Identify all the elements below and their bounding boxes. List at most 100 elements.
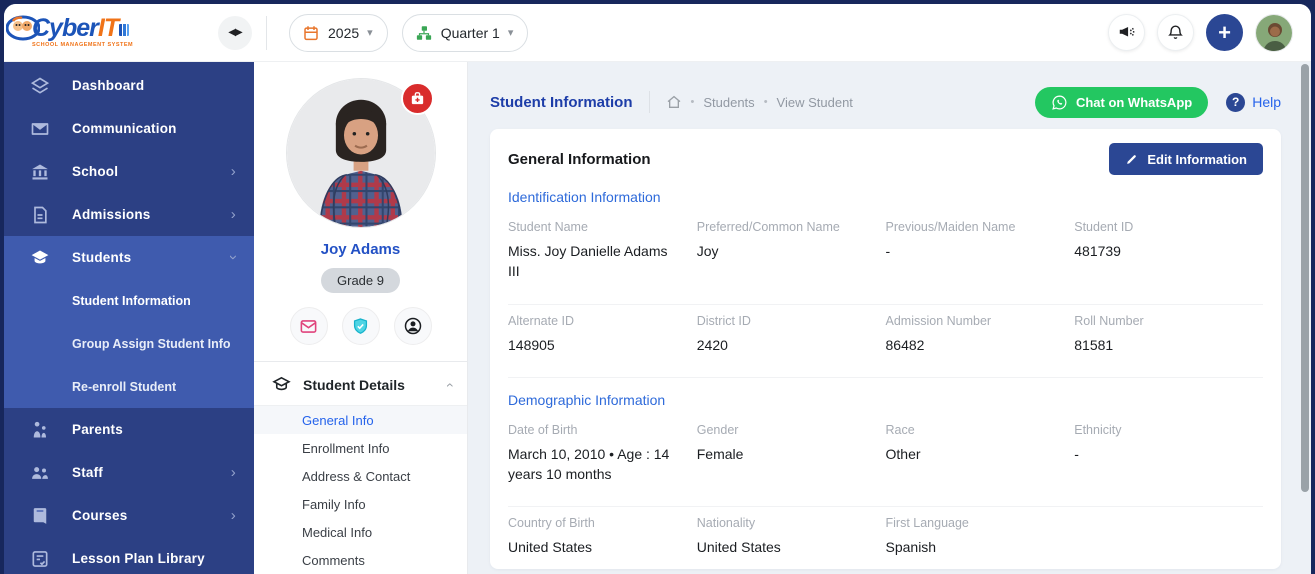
quarter-selector[interactable]: Quarter 1 ▾ — [401, 13, 529, 52]
chevron-right-icon: › — [230, 464, 236, 481]
field-student-id: Student ID 481739 — [1074, 220, 1263, 282]
menu-item-comments[interactable]: Comments — [254, 546, 467, 574]
user-avatar-image — [1256, 14, 1292, 51]
field-value: Spanish — [885, 539, 937, 556]
field-value: 81581 — [1074, 336, 1114, 353]
topbar: CyberIT SCHOOL MANAGEMENT SYSTEM ◀▶ 2025… — [4, 4, 1311, 62]
field-label: Student Name — [508, 220, 588, 234]
card-title: General Information — [508, 150, 651, 168]
sidebar-collapse-button[interactable]: ◀▶ — [218, 15, 252, 50]
sidebar-item-school[interactable]: School › — [4, 150, 254, 193]
menu-item-family-info[interactable]: Family Info — [254, 490, 467, 518]
menu-item-general-info[interactable]: General Info — [254, 406, 467, 434]
scrollbar-thumb[interactable] — [1301, 64, 1309, 492]
grade-badge: Grade 9 — [321, 268, 400, 293]
sidebar-subitem-group-assign[interactable]: Group Assign Student Info — [4, 322, 254, 365]
sidebar-item-students[interactable]: Students › — [4, 236, 254, 279]
sidebar-item-dashboard[interactable]: Dashboard — [4, 64, 254, 107]
announcements-button[interactable] — [1108, 14, 1145, 51]
parent-child-icon — [30, 420, 50, 440]
menu-item-medical-info[interactable]: Medical Info — [254, 518, 467, 546]
logo-text: CyberIT — [32, 14, 130, 42]
sidebar-item-label: School — [72, 164, 119, 179]
chevron-down-icon: › — [224, 254, 242, 261]
field-row: Student Name Miss. Joy Danielle Adams II… — [508, 211, 1263, 304]
field-preferred-name: Preferred/Common Name Joy — [697, 220, 886, 282]
field-nationality: Nationality United States — [697, 516, 886, 557]
edit-information-button[interactable]: Edit Information — [1109, 143, 1263, 175]
student-details-title: Student Details — [303, 376, 405, 393]
add-button[interactable]: + — [1206, 14, 1243, 51]
graduation-cap-icon — [272, 375, 291, 394]
field-country-of-birth: Country of Birth United States — [508, 516, 697, 557]
field-gender: Gender Female — [697, 423, 886, 485]
field-admission-number: Admission Number 86482 — [886, 314, 1075, 355]
sidebar-item-admissions[interactable]: Admissions › — [4, 193, 254, 236]
medical-bag-icon — [411, 92, 423, 105]
document-icon — [30, 205, 50, 225]
calendar-icon — [304, 25, 318, 40]
bell-icon — [1168, 25, 1183, 39]
scrollbar-track[interactable] — [1300, 64, 1310, 574]
field-label: Nationality — [696, 516, 756, 531]
sidebar-item-lesson-plan-library[interactable]: Lesson Plan Library — [4, 537, 254, 574]
student-details-header[interactable]: Student Details › — [254, 361, 467, 406]
help-button[interactable]: ? Help — [1226, 92, 1281, 112]
breadcrumb: • Students • View Student — [666, 94, 853, 110]
sidebar-item-courses[interactable]: Courses › — [4, 494, 254, 537]
field-row: Alternate ID 148905 District ID 2420 Adm… — [508, 303, 1263, 377]
logo-faces-icon — [6, 15, 40, 41]
menu-item-enrollment-info[interactable]: Enrollment Info — [254, 434, 467, 462]
field-label: Admission Number — [885, 313, 992, 328]
field-value: 86482 — [885, 336, 925, 353]
topbar-divider — [266, 15, 267, 50]
field-row: Date of Birth March 10, 2010 • Age : 14 … — [508, 414, 1263, 507]
section-title: Identification Information — [508, 189, 661, 205]
student-name: Joy Adams — [320, 241, 401, 258]
people-icon — [30, 463, 50, 483]
app-logo[interactable]: CyberIT SCHOOL MANAGEMENT SYSTEM — [4, 16, 194, 49]
field-label: Date of Birth — [508, 422, 578, 437]
menu-item-label: Enrollment Info — [302, 440, 390, 456]
chevron-down-icon: ▾ — [367, 27, 373, 39]
menu-item-label: Comments — [302, 552, 365, 568]
verification-button[interactable] — [341, 307, 380, 345]
pencil-icon — [1127, 154, 1137, 164]
dashboard-icon — [30, 76, 50, 96]
home-icon[interactable] — [666, 94, 682, 110]
breadcrumb-view-student[interactable]: View Student — [777, 95, 853, 110]
user-avatar[interactable] — [1255, 13, 1293, 52]
email-student-button[interactable] — [289, 307, 328, 345]
menu-item-address-contact[interactable]: Address & Contact — [254, 462, 467, 490]
field-value: 2420 — [696, 336, 728, 353]
field-label: Preferred/Common Name — [696, 220, 840, 234]
account-button[interactable] — [393, 307, 432, 345]
year-selector[interactable]: 2025 ▾ — [289, 13, 388, 52]
sidebar-item-label: Lesson Plan Library — [72, 551, 205, 566]
breadcrumb-separator: • — [763, 96, 768, 108]
term-icon — [416, 25, 431, 40]
menu-item-label: Medical Info — [302, 524, 373, 540]
account-circle-icon — [404, 317, 421, 335]
notifications-button[interactable] — [1157, 14, 1194, 51]
sidebar-item-parents[interactable]: Parents — [4, 408, 254, 451]
breadcrumb-students[interactable]: Students — [703, 95, 754, 110]
sidebar-item-label: Students — [72, 250, 132, 265]
sidebar-subitem-student-information[interactable]: Student Information — [4, 279, 254, 322]
field-value: - — [885, 243, 891, 259]
field-value: Other — [885, 445, 921, 462]
lesson-plan-icon — [30, 549, 50, 569]
field-date-of-birth: Date of Birth March 10, 2010 • Age : 14 … — [508, 423, 697, 485]
field-label: Country of Birth — [508, 516, 595, 531]
whatsapp-button[interactable]: Chat on WhatsApp — [1034, 86, 1209, 118]
book-icon — [30, 506, 50, 526]
field-alternate-id: Alternate ID 148905 — [508, 314, 697, 355]
medical-alert-badge[interactable] — [400, 82, 434, 115]
sidebar-item-staff[interactable]: Staff › — [4, 451, 254, 494]
chevron-up-icon: › — [440, 382, 457, 387]
sidebar-subitem-reenroll[interactable]: Re-enroll Student — [4, 365, 254, 408]
field-value: United States — [696, 539, 781, 556]
question-icon: ? — [1226, 92, 1246, 112]
sidebar-item-communication[interactable]: Communication — [4, 107, 254, 150]
year-value: 2025 — [328, 24, 360, 41]
